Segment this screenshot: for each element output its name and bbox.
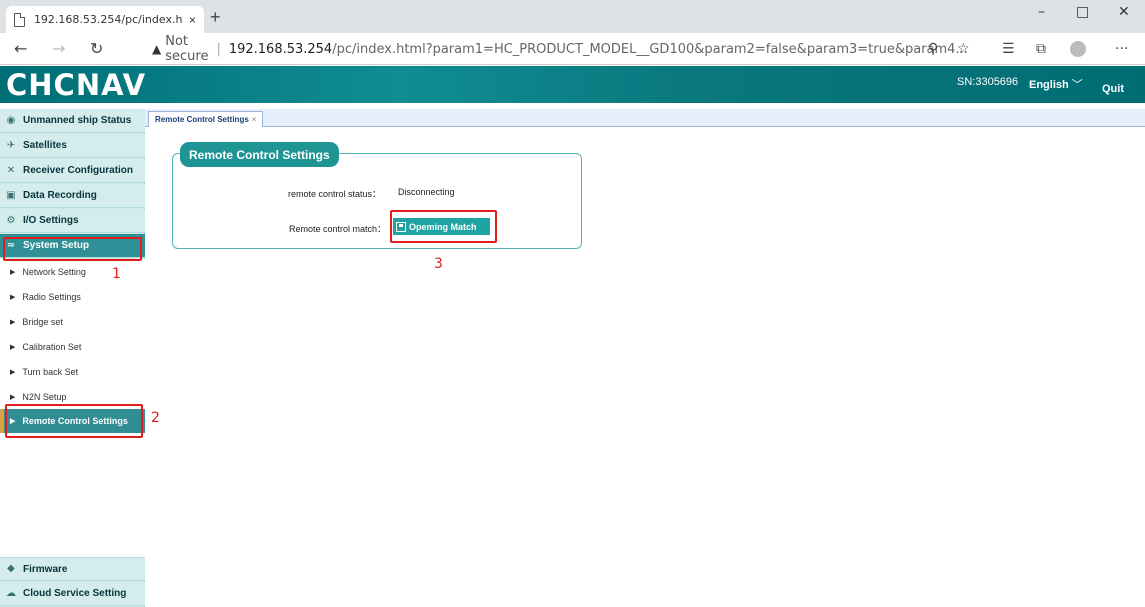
triangle-right-icon: ▶ (10, 294, 16, 301)
serial-number: SN:3305696 (957, 76, 1019, 88)
tab-label: Remote Control Settings (155, 115, 249, 124)
minimize-button[interactable]: – (1038, 4, 1045, 20)
highlight-box-opening-match (390, 210, 497, 243)
chevron-down-icon: ﹀ (1071, 79, 1083, 91)
annotation-number-1: 1 (112, 266, 121, 282)
more-icon[interactable]: ··· (1115, 41, 1128, 57)
browser-tab[interactable]: 192.168.53.254/pc/index.html?param1=HC_P… (6, 6, 204, 33)
chcnav-logo: CHCNAV (6, 68, 147, 102)
firmware-icon: ◆ (7, 563, 15, 574)
annotation-number-2: 2 (151, 410, 160, 426)
sidebar-item-receiver-configuration[interactable]: ✕ Receiver Configuration (0, 159, 145, 183)
triangle-right-icon: ▶ (10, 269, 16, 276)
gear-icon: ⚙ (6, 214, 16, 226)
cloud-icon: ☁ (6, 587, 16, 599)
sidebar-item-cloud-service-setting[interactable]: ☁ Cloud Service Setting (0, 582, 145, 606)
profile-avatar[interactable] (1070, 41, 1086, 57)
close-icon[interactable]: × (252, 115, 257, 124)
sidebar-subitem-bridge-set[interactable]: ▶ Bridge set (0, 310, 145, 334)
highlight-box-remote-control-settings (5, 404, 143, 438)
satellite-icon: ✈ (6, 139, 16, 151)
favorites-icon[interactable]: ☰ (1002, 41, 1015, 57)
page-icon (14, 12, 25, 27)
sidebar-item-label: Receiver Configuration (23, 165, 134, 176)
sidebar-subitem-label: N2N Setup (22, 392, 67, 402)
sidebar-subitem-radio-settings[interactable]: ▶ Radio Settings (0, 285, 145, 309)
star-icon[interactable]: ☆ (957, 41, 970, 57)
quit-button[interactable]: Quit (1102, 83, 1124, 95)
annotation-number-3: 3 (434, 256, 443, 272)
sidebar-item-label: Unmanned ship Status (23, 115, 132, 126)
not-secure-label: Not secure (165, 34, 209, 64)
collections-icon[interactable]: ⧉ (1036, 41, 1046, 57)
url-host: 192.168.53.254 (228, 41, 333, 57)
back-button[interactable]: ← (14, 39, 27, 58)
triangle-right-icon: ▶ (10, 344, 16, 351)
sidebar-item-label: Data Recording (23, 190, 97, 201)
dashboard-icon: ◉ (6, 114, 16, 126)
sidebar-item-data-recording[interactable]: ▣ Data Recording (0, 184, 145, 208)
close-tab-icon[interactable]: × (189, 13, 196, 27)
sidebar-subitem-label: Network Setting (22, 267, 86, 277)
browser-tab-bar: 192.168.53.254/pc/index.html?param1=HC_P… (0, 0, 1145, 33)
window-close-button[interactable]: ✕ (1118, 4, 1130, 20)
sidebar-subitem-label: Calibration Set (22, 342, 82, 352)
triangle-right-icon: ▶ (10, 319, 16, 326)
sidebar-subitem-label: Turn back Set (22, 367, 79, 377)
highlight-box-system-setup (3, 237, 142, 261)
remote-control-match-label: Remote control match： (289, 224, 387, 234)
warning-icon: ▲ (152, 42, 162, 56)
address-bar: ← → ↻ ▲ Not secure | 192.168.53.254 /pc/… (0, 33, 1145, 65)
browser-tab-title: 192.168.53.254/pc/index.html?param1=HC_P… (33, 13, 183, 26)
sidebar-item-io-settings[interactable]: ⚙ I/O Settings (0, 209, 145, 233)
triangle-right-icon: ▶ (10, 369, 16, 376)
remote-control-status-value: Disconnecting (398, 187, 455, 197)
sidebar-subitem-calibration-set[interactable]: ▶ Calibration Set (0, 335, 145, 359)
sidebar-item-label: Satellites (23, 140, 67, 151)
panel-title: Remote Control Settings (180, 142, 339, 167)
key-icon[interactable]: ⚲ (928, 41, 938, 57)
remote-control-status-label: remote control status： (288, 189, 382, 199)
sidebar: ◉ Unmanned ship Status ✈ Satellites ✕ Re… (0, 109, 145, 607)
record-icon: ▣ (6, 189, 16, 201)
sidebar-subitem-network-setting[interactable]: ▶ Network Setting (0, 260, 145, 284)
sidebar-item-unmanned-ship-status[interactable]: ◉ Unmanned ship Status (0, 109, 145, 133)
url-field[interactable]: ▲ Not secure | 192.168.53.254 /pc/index.… (152, 34, 968, 64)
sidebar-subitem-label: Bridge set (22, 317, 63, 327)
language-select[interactable]: English ﹀ (1029, 76, 1083, 92)
sidebar-item-label: Firmware (23, 563, 68, 575)
maximize-button[interactable]: □ (1076, 4, 1089, 20)
tools-icon: ✕ (6, 164, 16, 176)
url-path: /pc/index.html?param1=HC_PRODUCT_MODEL__… (332, 41, 968, 57)
forward-button[interactable]: → (52, 39, 65, 58)
app-header: CHCNAV SN:3305696 English ﹀ Quit (0, 66, 1145, 103)
refresh-button[interactable]: ↻ (90, 39, 103, 58)
sidebar-subitem-turn-back-set[interactable]: ▶ Turn back Set (0, 360, 145, 384)
content-tab-strip: Remote Control Settings × (145, 109, 1145, 127)
sidebar-item-firmware[interactable]: ◆ Firmware (0, 557, 145, 581)
sidebar-subitem-label: Radio Settings (22, 292, 81, 302)
sidebar-item-label: Cloud Service Setting (23, 588, 127, 599)
tab-remote-control-settings[interactable]: Remote Control Settings × (148, 111, 264, 127)
new-tab-button[interactable]: + (210, 7, 221, 28)
language-label: English (1029, 79, 1069, 91)
triangle-right-icon: ▶ (10, 394, 16, 401)
sidebar-item-satellites[interactable]: ✈ Satellites (0, 134, 145, 158)
sidebar-item-label: I/O Settings (23, 215, 79, 226)
url-separator: | (216, 41, 221, 57)
